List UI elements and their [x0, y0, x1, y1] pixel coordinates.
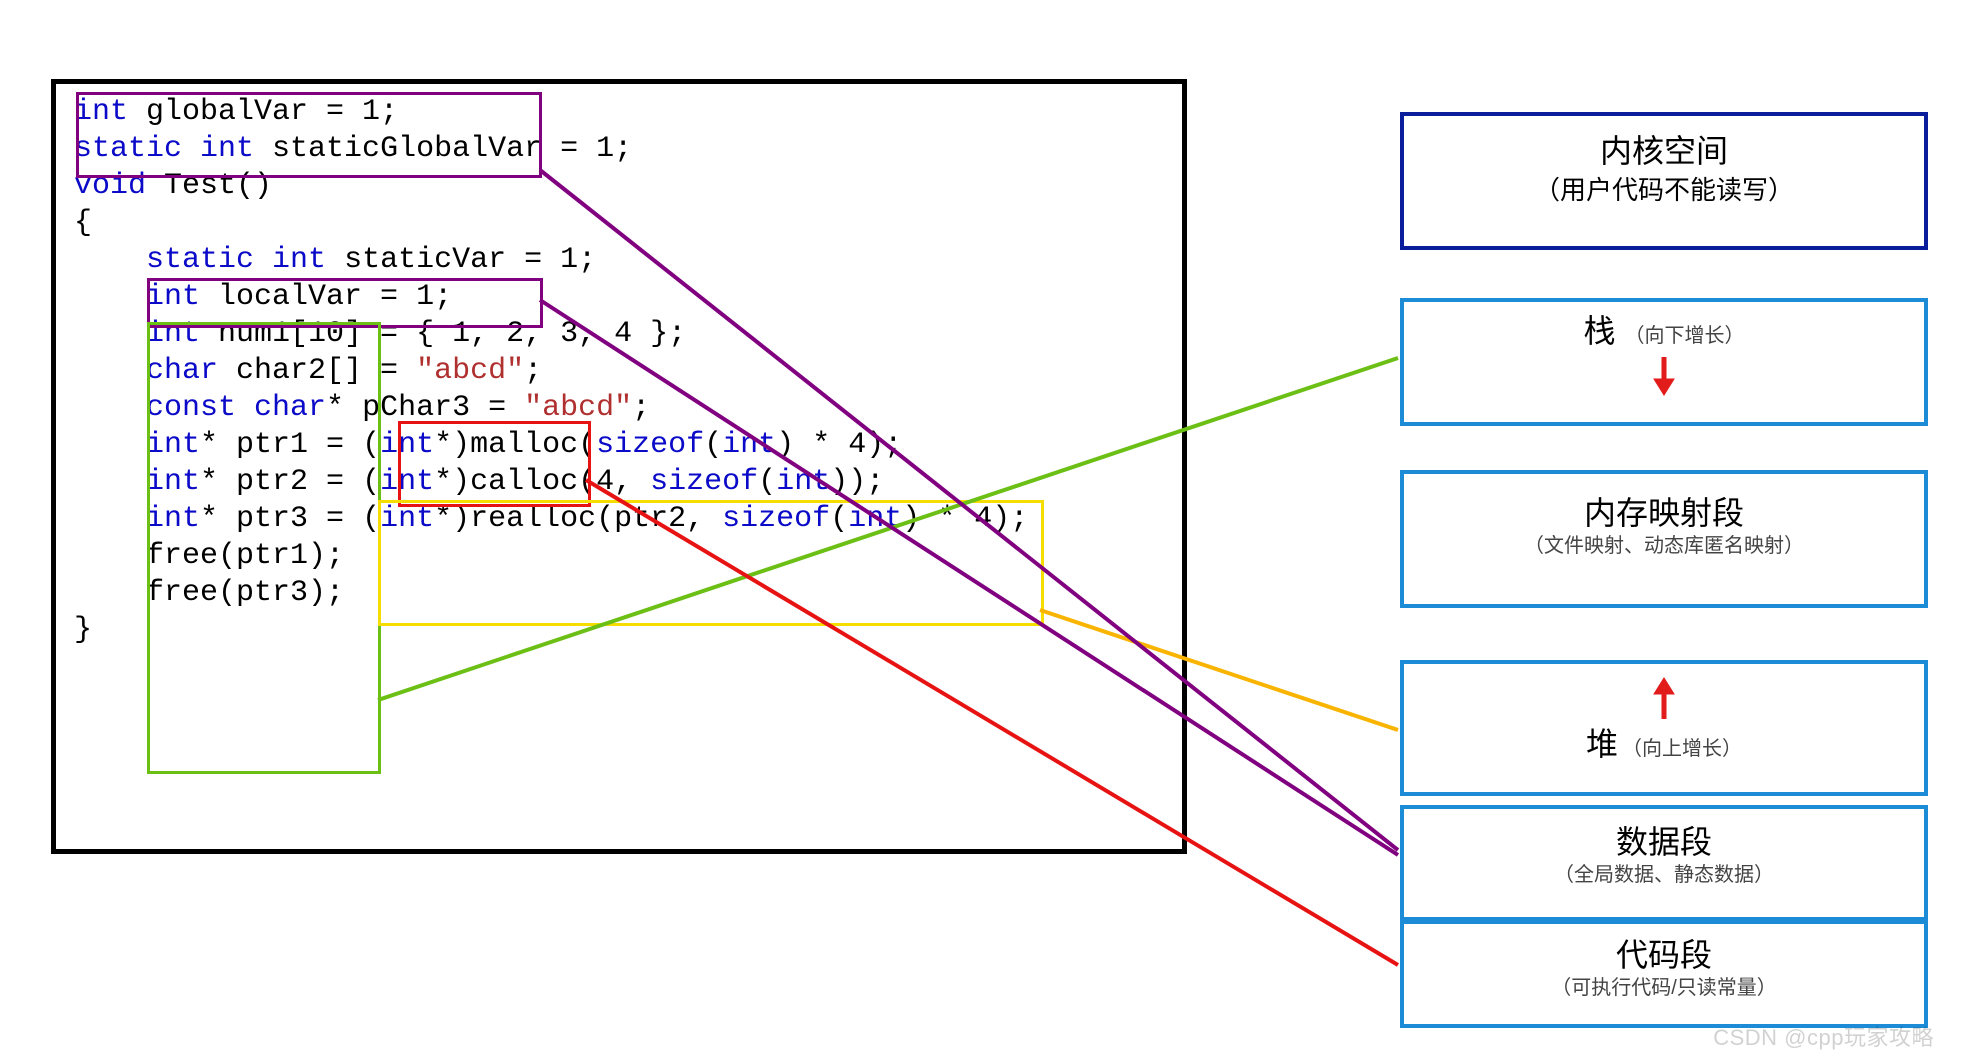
code-line-12: int* ptr3 = (int*)realloc(ptr2, sizeof(i…: [74, 501, 1164, 538]
memory-kernel-title: 内核空间: [1404, 130, 1924, 173]
memory-kernel-sub: （用户代码不能读写）: [1404, 173, 1924, 208]
memory-kernel: 内核空间 （用户代码不能读写）: [1400, 112, 1928, 250]
kw-static-int: static int: [74, 132, 272, 166]
memory-data-sub: （全局数据、静态数据）: [1404, 864, 1924, 886]
diagram-root: int globalVar = 1; static int staticGlob…: [0, 0, 1964, 1062]
code-line-5: static int staticVar = 1;: [74, 242, 1164, 279]
memory-heap-row: [1404, 676, 1924, 723]
str-1: "abcd": [416, 354, 524, 388]
code-line-15: }: [74, 612, 1164, 649]
code-line-4: {: [74, 205, 1164, 242]
memory-data: 数据段 （全局数据、静态数据）: [1400, 805, 1928, 921]
memory-code-sub: （可执行代码/只读常量）: [1404, 977, 1924, 999]
memory-mmap-title: 内存映射段: [1404, 492, 1924, 535]
memory-stack-title: 栈 （向下增长）: [1404, 310, 1924, 353]
code-line-8: char char2[] = "abcd";: [74, 353, 1164, 390]
memory-code-title: 代码段: [1404, 934, 1924, 977]
kw-int-2: int: [146, 280, 218, 314]
arrow-up-icon: [1649, 676, 1679, 721]
str-2: "abcd": [524, 391, 632, 425]
memory-heap-title: 堆 （向上增长）: [1404, 723, 1924, 766]
memory-mmap-sub: （文件映射、动态库匿名映射）: [1404, 535, 1924, 557]
kw-int: int: [74, 95, 146, 129]
code-line-1: int globalVar = 1;: [74, 94, 1164, 131]
code-line-3: void Test(): [74, 168, 1164, 205]
watermark: CSDN @cpp玩家攻略: [1713, 1020, 1934, 1052]
memory-heap: 堆 （向上增长）: [1400, 660, 1928, 796]
kw-int-3: int: [146, 317, 218, 351]
code-line-2: static int staticGlobalVar = 1;: [74, 131, 1164, 168]
memory-mmap: 内存映射段 （文件映射、动态库匿名映射）: [1400, 470, 1928, 608]
code-line-11: int* ptr2 = (int*)calloc(4, sizeof(int))…: [74, 464, 1164, 501]
code-line-14: free(ptr3);: [74, 575, 1164, 612]
code-line-7: int num1[10] = { 1, 2, 3, 4 };: [74, 316, 1164, 353]
code-line-9: const char* pChar3 = "abcd";: [74, 390, 1164, 427]
code-line-13: free(ptr1);: [74, 538, 1164, 575]
kw-void: void: [74, 169, 164, 203]
code-panel: int globalVar = 1; static int staticGlob…: [51, 79, 1187, 854]
code-line-6: int localVar = 1;: [74, 279, 1164, 316]
kw-const-char: const char: [146, 391, 326, 425]
memory-code: 代码段 （可执行代码/只读常量）: [1400, 920, 1928, 1028]
kw-char: char: [146, 354, 236, 388]
memory-data-title: 数据段: [1404, 821, 1924, 864]
kw-static-int-2: static int: [146, 243, 344, 277]
memory-stack: 栈 （向下增长）: [1400, 298, 1928, 426]
code-line-10: int* ptr1 = (int*)malloc(sizeof(int) * 4…: [74, 427, 1164, 464]
arrow-down-icon: [1649, 357, 1679, 397]
